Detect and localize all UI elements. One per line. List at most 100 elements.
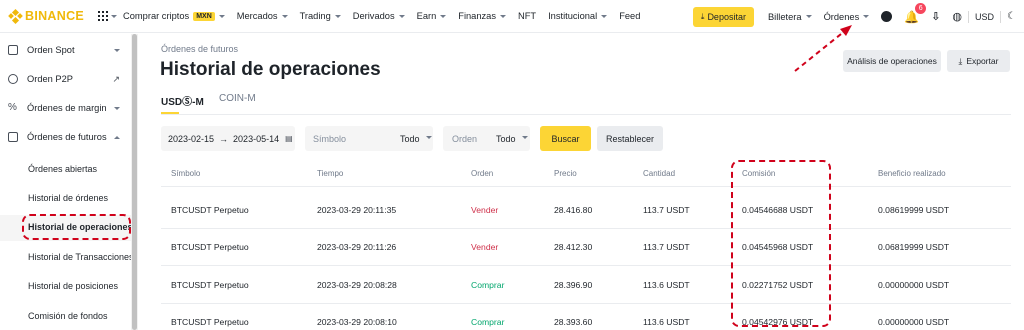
- symbol-value: Todo: [400, 133, 420, 144]
- tab-coin-m[interactable]: COIN-M: [219, 93, 256, 104]
- deposit-label: Depositar: [707, 11, 746, 22]
- nav-item-label: NFT: [518, 11, 537, 21]
- cell-symbol: BTCUSDT Perpetuo: [171, 317, 249, 327]
- currency-selector[interactable]: USD: [975, 12, 994, 22]
- cell-price: 28.393.60: [554, 317, 593, 327]
- date-range-picker[interactable]: 2023-02-15 → 2023-05-14 ▤: [161, 126, 295, 151]
- search-button[interactable]: Buscar: [540, 126, 591, 151]
- sidebar-subitem-order-history[interactable]: Historial de órdenes: [28, 193, 108, 203]
- sidebar-item-margin-orders[interactable]: % Órdenes de margin: [0, 94, 132, 122]
- cell-price: 28.412.30: [554, 242, 593, 252]
- cell-quantity: 113.6 USDT: [643, 317, 690, 327]
- cell-price: 28.416.80: [554, 205, 593, 215]
- sidebar-scrollbar[interactable]: [131, 34, 138, 330]
- nav-item-nft[interactable]: NFT: [518, 11, 536, 21]
- nav-item-trading[interactable]: Trading: [300, 11, 341, 21]
- nav-item-label: Mercados: [236, 11, 278, 21]
- annotation-highlight-trade-history: [22, 214, 131, 240]
- cell-quantity: 113.7 USDT: [643, 242, 690, 252]
- arrow-right-icon: →: [219, 133, 229, 144]
- user-account-icon[interactable]: [881, 11, 893, 22]
- chevron-down-icon: [334, 14, 341, 18]
- cell-time: 2023-03-29 20:11:35: [317, 205, 397, 215]
- symbol-select[interactable]: Símbolo Todo: [305, 126, 433, 151]
- chevron-down-icon: [522, 136, 528, 139]
- deposit-button[interactable]: ⤓ Depositar: [692, 6, 754, 27]
- cell-side: Vender: [471, 242, 499, 252]
- nav-item-label: Derivados: [352, 11, 395, 21]
- cell-realized-pnl: 0.08619999 USDT: [878, 205, 950, 215]
- cell-time: 2023-03-29 20:11:26: [317, 242, 397, 252]
- divider: [161, 265, 1011, 266]
- chevron-down-icon[interactable]: [111, 14, 118, 18]
- download-app-icon[interactable]: ⇩: [931, 10, 940, 23]
- sidebar-item-label: Órdenes de futuros: [27, 132, 107, 142]
- divider: [161, 303, 1011, 304]
- nav-item-institucional[interactable]: Institucional: [548, 11, 608, 21]
- cell-realized-pnl: 0.00000000 USDT: [878, 317, 950, 327]
- divider: [161, 186, 1011, 187]
- calendar-icon: ▤: [285, 134, 293, 143]
- sidebar-item-spot-orders[interactable]: Orden Spot: [0, 36, 132, 64]
- order-value: Todo: [496, 133, 516, 144]
- sidebar-item-p2p-orders[interactable]: Orden P2P ↗: [0, 65, 132, 93]
- sidebar-item-label: Orden Spot: [27, 45, 75, 55]
- notification-count: 6: [915, 2, 927, 14]
- column-header-realized-pnl: Beneficio realizado: [878, 169, 946, 178]
- nav-item-comprar-criptos[interactable]: Comprar criptos MXN: [123, 11, 225, 21]
- order-side-select[interactable]: Orden Todo: [443, 126, 530, 151]
- sidebar-item-futures-orders[interactable]: Órdenes de futuros: [0, 123, 132, 151]
- binance-logo-text: BINANCE: [25, 9, 85, 23]
- column-header-symbol: Símbolo: [171, 169, 201, 178]
- dark-mode-icon[interactable]: ☾: [1007, 11, 1016, 22]
- column-header-time: Tiempo: [317, 169, 344, 178]
- nav-item-finanzas[interactable]: Finanzas: [458, 11, 506, 21]
- nav-item-mercados[interactable]: Mercados: [237, 11, 288, 21]
- sidebar-item-label: Orden P2P: [27, 74, 73, 84]
- reset-button[interactable]: Restablecer: [597, 126, 663, 151]
- binance-logo[interactable]: BINANCE: [7, 8, 85, 24]
- nav-item-derivados[interactable]: Derivados: [353, 11, 405, 21]
- nav-item-label: Feed: [619, 11, 641, 21]
- chevron-down-icon: [281, 14, 288, 18]
- download-icon: ⤓: [700, 11, 705, 21]
- page-title: Historial de operaciones: [160, 59, 381, 80]
- column-header-side: Orden: [471, 169, 494, 178]
- chevron-down-icon: [114, 106, 120, 110]
- sidebar-subitem-open-orders[interactable]: Órdenes abiertas: [28, 164, 97, 174]
- divider: [161, 114, 1011, 115]
- breadcrumb[interactable]: Órdenes de futuros: [161, 44, 238, 54]
- cell-side: Comprar: [471, 280, 505, 290]
- divider: [161, 228, 1011, 229]
- percent-icon: %: [8, 102, 17, 113]
- top-nav: BINANCE Comprar criptos MXN Mercados Tradin…: [0, 0, 1024, 33]
- cell-side: Vender: [471, 205, 499, 215]
- column-header-price: Precio: [554, 169, 577, 178]
- cell-realized-pnl: 0.00000000 USDT: [878, 280, 950, 290]
- tab-usds-m[interactable]: USDⓈ-M: [161, 93, 204, 108]
- export-label: Exportar: [966, 56, 999, 66]
- sidebar-subitem-position-history[interactable]: Historial de posiciones: [28, 281, 118, 291]
- export-button[interactable]: ⤓ Exportar: [947, 50, 1010, 72]
- sidebar-item-label: Órdenes de margin: [27, 103, 107, 113]
- nav-item-feed[interactable]: Feed: [619, 11, 640, 21]
- nav-item-earn[interactable]: Earn: [417, 11, 447, 21]
- trade-analysis-label: Análisis de operaciones: [847, 56, 937, 66]
- cell-time: 2023-03-29 20:08:28: [317, 280, 397, 290]
- annotation-highlight-fee-column: [731, 160, 831, 327]
- chevron-down-icon: [426, 136, 432, 139]
- annotation-arrow: [794, 25, 852, 72]
- cell-quantity: 113.6 USDT: [643, 280, 690, 290]
- date-to: 2023-05-14: [233, 133, 280, 144]
- bell-icon[interactable]: 🔔 6: [904, 2, 927, 24]
- sidebar-subitem-funding-fee[interactable]: Comisión de fondos: [28, 311, 108, 321]
- cell-quantity: 113.7 USDT: [643, 205, 690, 215]
- wallet-card-icon: [8, 45, 18, 55]
- symbol-placeholder: Símbolo: [313, 133, 347, 144]
- globe-icon[interactable]: ◍: [952, 10, 962, 23]
- chevron-down-icon: [601, 14, 608, 18]
- cell-realized-pnl: 0.06819999 USDT: [878, 242, 950, 252]
- scrollbar-thumb[interactable]: [132, 34, 137, 330]
- apps-grid-icon[interactable]: [98, 11, 109, 21]
- sidebar-subitem-transaction-history[interactable]: Historial de Transacciones: [28, 252, 134, 262]
